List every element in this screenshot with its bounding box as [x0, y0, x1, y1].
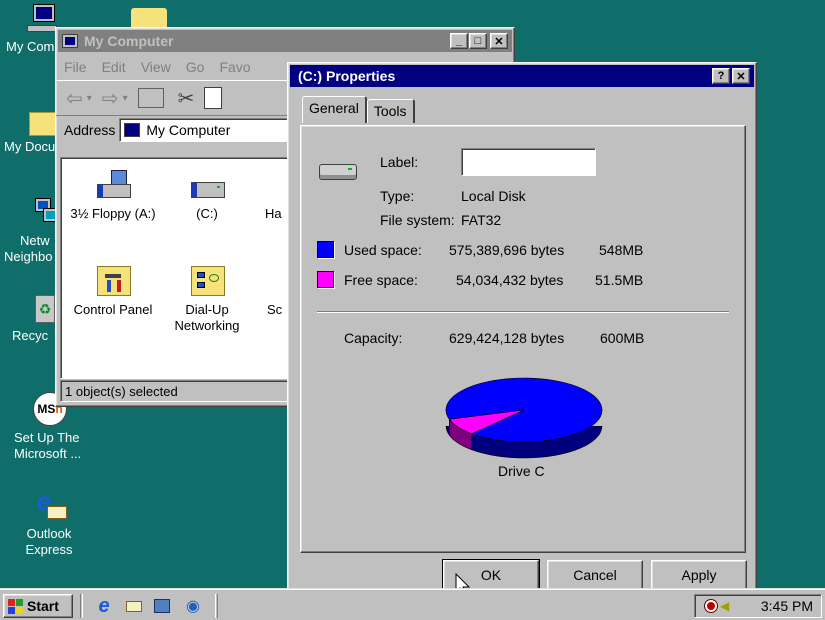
menu-file[interactable]: File — [64, 59, 87, 75]
menu-favorites[interactable]: Favo — [219, 59, 250, 75]
close-button[interactable]: ✕ — [732, 68, 750, 84]
item-c-drive[interactable]: (C:) — [159, 170, 255, 222]
channels-icon[interactable]: ◉ — [183, 596, 203, 616]
label-caption: Label: — [380, 154, 419, 170]
chart-label: Drive C — [498, 463, 545, 479]
separator — [317, 311, 729, 313]
tab-strip: General Tools — [302, 96, 415, 123]
title-bar[interactable]: My Computer _ □ ✕ — [58, 30, 512, 52]
type-caption: Type: — [380, 188, 415, 204]
desktop-icon-label: Microsoft ... — [14, 446, 82, 461]
desktop-icon-label: Set Up The — [14, 430, 80, 445]
forward-icon[interactable]: ⇨ — [102, 86, 119, 111]
free-space-caption: Free space: — [344, 272, 418, 288]
free-space-size: 51.5MB — [595, 272, 644, 288]
start-label: Start — [27, 598, 59, 614]
filesystem-caption: File system: — [380, 212, 455, 228]
address-label: Address — [64, 122, 116, 138]
floppy-drive-icon — [95, 170, 131, 202]
outlook-express-icon[interactable] — [124, 596, 144, 616]
tab-tools[interactable]: Tools — [366, 99, 415, 123]
taskbar: Start e ◉ ◀ 3:45 PM — [0, 588, 825, 620]
outlook-express-icon: e — [33, 488, 67, 520]
dialog-title: (C:) Properties — [298, 68, 396, 84]
used-space-caption: Used space: — [344, 242, 422, 258]
capacity-caption: Capacity: — [344, 330, 403, 346]
computer-icon — [62, 34, 78, 48]
taskbar-divider — [80, 594, 83, 618]
item-control-panel[interactable]: Control Panel — [65, 266, 161, 318]
item-label: (C:) — [196, 206, 218, 221]
system-tray: ◀ 3:45 PM — [694, 594, 822, 618]
item-label: 3½ Floppy (A:) — [70, 206, 156, 221]
used-space-size: 548MB — [599, 242, 644, 258]
used-space-bytes: 575,389,696 bytes — [449, 242, 565, 258]
maximize-button[interactable]: □ — [469, 33, 487, 49]
menu-edit[interactable]: Edit — [102, 59, 126, 75]
show-desktop-icon[interactable] — [152, 596, 172, 616]
properties-dialog[interactable]: (C:) Properties ? ✕ General Tools Label:… — [287, 62, 757, 602]
status-text: 1 object(s) selected — [65, 383, 178, 399]
label-input[interactable] — [461, 148, 596, 176]
cancel-button[interactable]: Cancel — [547, 560, 643, 590]
desktop-icon-label: Outlook — [26, 526, 72, 541]
minimize-button[interactable]: _ — [450, 33, 468, 49]
menu-view[interactable]: View — [141, 59, 171, 75]
clock[interactable]: 3:45 PM — [761, 598, 813, 614]
close-button[interactable]: ✕ — [490, 33, 508, 49]
tab-general[interactable]: General — [302, 96, 367, 123]
item-label: Control Panel — [73, 302, 153, 317]
copy-icon[interactable] — [204, 87, 223, 109]
computer-icon — [124, 123, 141, 137]
window-title: My Computer — [84, 33, 174, 49]
chevron-down-icon[interactable]: ▾ — [123, 93, 128, 104]
chevron-down-icon[interactable]: ▾ — [87, 93, 92, 104]
item-label: Dial-Up — [185, 302, 229, 317]
taskbar-divider — [215, 594, 218, 618]
volume-icon[interactable]: ◀ — [720, 599, 729, 613]
windows-logo-icon — [8, 598, 23, 614]
cut-icon[interactable]: ✂ — [178, 86, 195, 111]
free-space-swatch — [317, 271, 334, 288]
item-dialup-networking[interactable]: Dial-Up Networking — [159, 266, 255, 334]
apply-button[interactable]: Apply — [651, 560, 747, 590]
hard-drive-icon — [189, 170, 225, 202]
item-floppy-drive[interactable]: 3½ Floppy (A:) — [65, 170, 161, 222]
item-label: Networking — [174, 318, 240, 333]
control-panel-icon — [95, 266, 131, 298]
menu-go[interactable]: Go — [186, 59, 205, 75]
title-bar[interactable]: (C:) Properties ? ✕ — [290, 65, 754, 87]
desktop-icon-label: Express — [25, 542, 73, 557]
free-space-bytes: 54,034,432 bytes — [456, 272, 564, 288]
start-button[interactable]: Start — [3, 594, 73, 618]
used-space-swatch — [317, 241, 334, 258]
help-button[interactable]: ? — [712, 68, 730, 84]
tab-panel-general: Label: Type: Local Disk File system: FAT… — [300, 125, 746, 553]
dialup-networking-icon — [189, 266, 225, 298]
internet-explorer-icon[interactable]: e — [94, 595, 114, 617]
network-status-icon[interactable] — [705, 600, 717, 612]
hard-drive-icon — [319, 164, 357, 180]
back-icon[interactable]: ⇦ — [66, 86, 83, 111]
filesystem-value: FAT32 — [461, 212, 502, 228]
type-value: Local Disk — [461, 188, 526, 204]
capacity-size: 600MB — [600, 330, 645, 346]
up-folder-icon[interactable] — [137, 88, 164, 108]
capacity-bytes: 629,424,128 bytes — [449, 330, 565, 346]
desktop-icon-outlook-express[interactable]: e Outlook Express — [4, 488, 94, 558]
address-value: My Computer — [146, 122, 231, 138]
